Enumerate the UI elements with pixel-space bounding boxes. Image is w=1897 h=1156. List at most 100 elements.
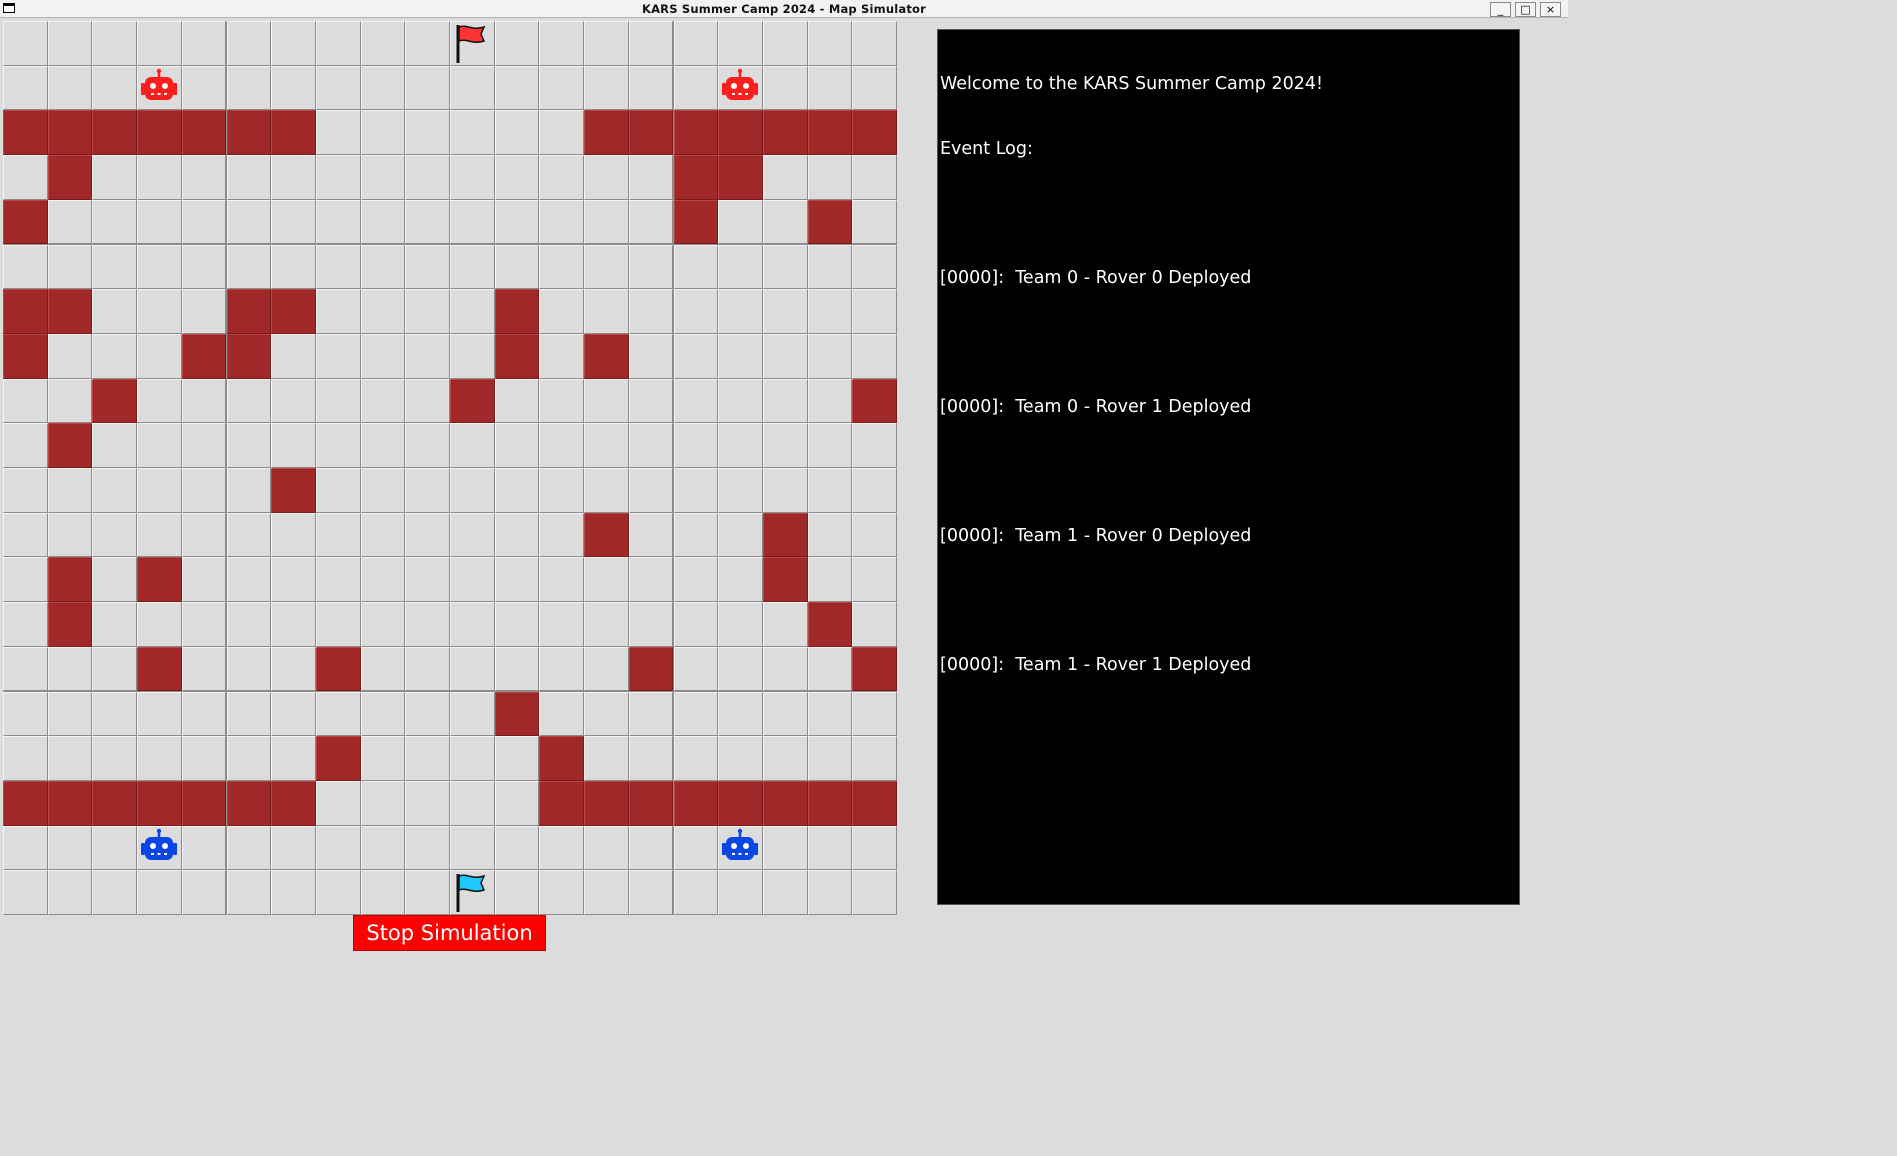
floor-cell	[762, 378, 808, 424]
maximize-button[interactable]: □	[1515, 2, 1536, 17]
floor-cell	[405, 378, 450, 424]
wall-cell	[762, 557, 808, 603]
floor-cell	[718, 602, 763, 647]
floor-cell	[271, 870, 316, 915]
floor-cell	[92, 289, 138, 334]
wall-cell	[47, 155, 93, 200]
wall-cell	[137, 780, 182, 826]
floor-cell	[628, 468, 674, 513]
floor-cell	[494, 602, 540, 647]
floor-cell	[718, 736, 763, 781]
floor-cell	[673, 691, 719, 737]
wall-cell	[673, 155, 719, 200]
floor-cell	[450, 110, 495, 156]
floor-cell	[852, 557, 897, 603]
wall-cell	[852, 780, 897, 826]
floor-cell	[3, 244, 48, 290]
floor-cell	[718, 557, 763, 603]
floor-cell	[181, 736, 227, 781]
minimize-button[interactable]: _	[1490, 2, 1511, 17]
floor-cell	[673, 870, 719, 915]
floor-cell	[450, 199, 495, 245]
floor-cell	[3, 870, 48, 915]
floor-cell	[852, 512, 897, 558]
floor-cell	[226, 423, 272, 468]
floor-cell	[3, 378, 48, 424]
floor-cell	[181, 646, 227, 692]
floor-cell	[315, 65, 361, 111]
floor-cell	[494, 21, 540, 66]
stop-simulation-button[interactable]: Stop Simulation	[353, 915, 546, 951]
floor-cell	[226, 870, 272, 915]
floor-cell	[405, 780, 450, 826]
floor-cell	[584, 691, 629, 737]
wall-cell	[628, 646, 674, 692]
wall-cell	[47, 557, 93, 603]
floor-cell	[181, 244, 227, 290]
floor-cell	[92, 65, 138, 111]
wall-cell	[315, 736, 361, 781]
floor-cell	[494, 468, 540, 513]
floor-cell	[450, 468, 495, 513]
wall-cell	[47, 289, 93, 334]
close-button[interactable]: ×	[1540, 2, 1561, 17]
wall-cell	[226, 333, 272, 379]
floor-cell	[450, 289, 495, 334]
floor-cell	[226, 244, 272, 290]
floor-cell	[628, 736, 674, 781]
floor-cell	[584, 468, 629, 513]
floor-cell	[226, 691, 272, 737]
floor-cell	[181, 468, 227, 513]
floor-cell	[226, 646, 272, 692]
floor-cell	[181, 21, 227, 66]
floor-cell	[405, 870, 450, 915]
title-bar[interactable]: KARS Summer Camp 2024 - Map Simulator _ …	[0, 0, 1568, 18]
event-log-panel: Welcome to the KARS Summer Camp 2024! Ev…	[937, 29, 1520, 905]
wall-cell	[852, 646, 897, 692]
floor-cell	[3, 557, 48, 603]
floor-cell	[181, 825, 227, 871]
wall-cell	[137, 646, 182, 692]
floor-cell	[92, 646, 138, 692]
floor-cell	[494, 870, 540, 915]
floor-cell	[673, 736, 719, 781]
wall-cell	[47, 602, 93, 647]
floor-cell	[315, 378, 361, 424]
log-entry: [0000]: Team 1 - Rover 0 Deployed	[940, 525, 1252, 546]
floor-cell	[360, 155, 406, 200]
floor-cell	[181, 199, 227, 245]
floor-cell	[271, 646, 316, 692]
floor-cell	[226, 199, 272, 245]
floor-cell	[47, 512, 93, 558]
floor-cell	[494, 110, 540, 156]
floor-cell	[762, 333, 808, 379]
wall-cell	[807, 199, 853, 245]
wall-cell	[271, 780, 316, 826]
wall-cell	[92, 110, 138, 156]
floor-cell	[852, 21, 897, 66]
floor-cell	[494, 378, 540, 424]
floor-cell	[450, 870, 495, 915]
floor-cell	[137, 155, 182, 200]
floor-cell	[47, 825, 93, 871]
floor-cell	[360, 691, 406, 737]
floor-cell	[852, 423, 897, 468]
floor-cell	[226, 468, 272, 513]
floor-cell	[539, 646, 585, 692]
log-entry: [0000]: Team 0 - Rover 1 Deployed	[940, 396, 1252, 417]
floor-cell	[271, 557, 316, 603]
floor-cell	[137, 691, 182, 737]
floor-cell	[673, 21, 719, 66]
floor-cell	[762, 244, 808, 290]
wall-cell	[92, 780, 138, 826]
floor-cell	[673, 468, 719, 513]
floor-cell	[807, 378, 853, 424]
wall-cell	[584, 780, 629, 826]
floor-cell	[539, 468, 585, 513]
floor-cell	[628, 512, 674, 558]
wall-cell	[271, 110, 316, 156]
floor-cell	[852, 289, 897, 334]
floor-cell	[450, 21, 495, 66]
floor-cell	[405, 825, 450, 871]
floor-cell	[405, 691, 450, 737]
